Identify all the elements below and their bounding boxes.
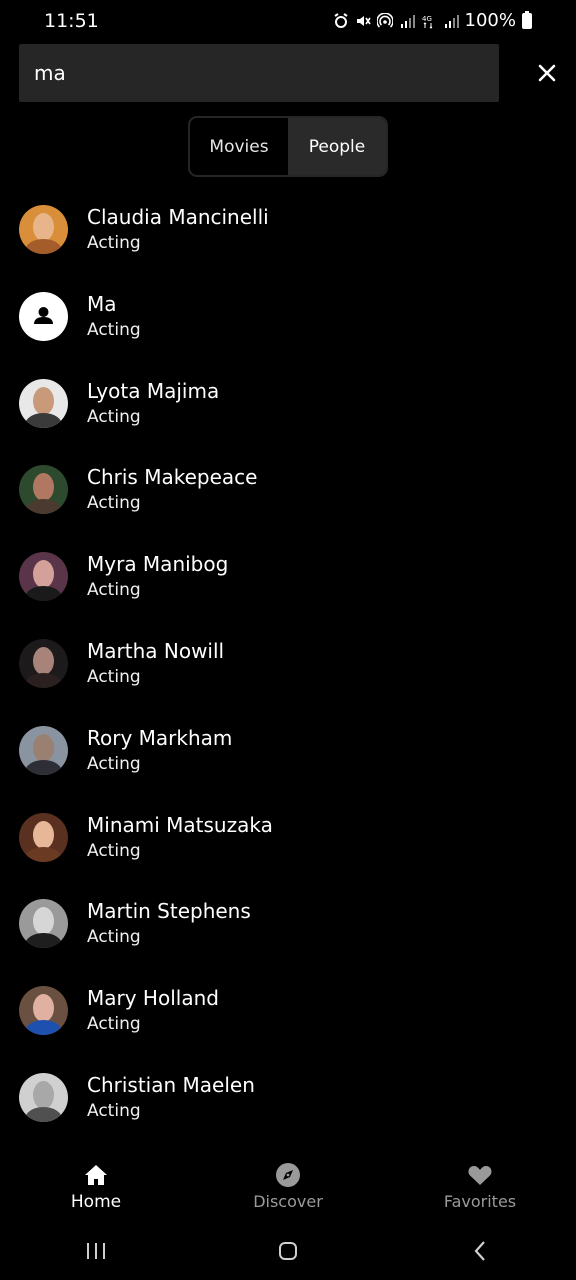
- person-role: Acting: [87, 1100, 141, 1121]
- list-item[interactable]: Lyota Majima Acting: [0, 361, 576, 448]
- person-name: Myra Manibog: [87, 552, 229, 577]
- person-name: Ma: [87, 291, 117, 316]
- person-name: Minami Matsuzaka: [87, 812, 273, 837]
- people-results-list: Claudia Mancinelli Acting Ma Acting Lyot…: [0, 187, 576, 1142]
- battery-percent: 100%: [464, 10, 516, 31]
- person-role: Acting: [87, 580, 141, 601]
- avatar: [19, 812, 68, 862]
- search-type-toggle: Movies People: [188, 116, 388, 177]
- signal-icon: [400, 14, 415, 28]
- person-role: Acting: [87, 753, 141, 774]
- alarm-icon: [333, 12, 348, 28]
- nav-home[interactable]: Home: [0, 1150, 192, 1220]
- status-time: 11:51: [44, 10, 99, 32]
- search-input[interactable]: [34, 44, 474, 102]
- list-item[interactable]: Martin Stephens Acting: [0, 881, 576, 968]
- avatar: [19, 899, 68, 949]
- list-item[interactable]: Myra Manibog Acting: [0, 534, 576, 621]
- person-icon: [34, 306, 53, 324]
- heart-icon: [467, 1162, 493, 1188]
- person-role: Acting: [87, 1014, 141, 1035]
- status-bar: 11:51 4G 100%: [0, 0, 576, 42]
- recents-icon: [87, 1243, 105, 1259]
- list-item[interactable]: Ma Acting: [0, 274, 576, 361]
- person-name: Rory Markham: [87, 725, 233, 750]
- avatar: [19, 465, 68, 515]
- nav-discover[interactable]: Discover: [192, 1150, 384, 1220]
- avatar: [19, 638, 68, 688]
- signal-icon: [444, 14, 459, 28]
- home-circle-icon: [279, 1242, 297, 1260]
- person-name: Martha Nowill: [87, 638, 225, 663]
- list-item[interactable]: Martha Nowill Acting: [0, 621, 576, 708]
- battery-icon: [522, 10, 532, 29]
- list-item[interactable]: Christian Maelen Acting: [0, 1055, 576, 1142]
- back-icon: [474, 1241, 485, 1261]
- list-item[interactable]: Rory Markham Acting: [0, 708, 576, 795]
- avatar: [19, 552, 68, 602]
- compass-icon: [275, 1162, 301, 1188]
- avatar: [19, 291, 68, 341]
- avatar: [19, 725, 68, 775]
- 4g-icon: 4G: [422, 15, 432, 29]
- nav-discover-label: Discover: [253, 1192, 323, 1211]
- list-item[interactable]: Chris Makepeace Acting: [0, 447, 576, 534]
- person-role: Acting: [87, 493, 141, 514]
- system-navigation-bar: [0, 1222, 576, 1280]
- person-name: Christian Maelen: [87, 1072, 255, 1097]
- person-name: Lyota Majima: [87, 378, 220, 403]
- person-role: Acting: [87, 233, 141, 253]
- mute-icon: [356, 15, 371, 26]
- person-name: Mary Holland: [87, 986, 219, 1011]
- nav-favorites-label: Favorites: [443, 1192, 517, 1211]
- hotspot-icon: [376, 12, 393, 28]
- list-item[interactable]: Mary Holland Acting: [0, 968, 576, 1055]
- person-name: Martin Stephens: [87, 899, 251, 924]
- person-role: Acting: [87, 319, 141, 340]
- tab-people[interactable]: People: [288, 118, 386, 175]
- close-icon: [538, 64, 556, 82]
- tab-movies[interactable]: Movies: [190, 118, 288, 175]
- person-name: Claudia Mancinelli: [87, 205, 269, 229]
- avatar: [19, 986, 68, 1036]
- avatar: [19, 1072, 68, 1122]
- avatar: [19, 205, 68, 254]
- bottom-navigation: Home Discover Favorites: [0, 1150, 576, 1220]
- person-role: Acting: [87, 666, 141, 687]
- clear-search-button[interactable]: [528, 54, 566, 92]
- svg-text:4G: 4G: [422, 15, 432, 23]
- list-item[interactable]: Claudia Mancinelli Acting: [0, 187, 576, 274]
- nav-home-label: Home: [70, 1192, 122, 1212]
- person-role: Acting: [87, 840, 141, 861]
- home-icon: [83, 1162, 109, 1188]
- home-system-button[interactable]: [192, 1222, 384, 1280]
- recents-button[interactable]: [0, 1222, 192, 1280]
- search-bar[interactable]: [19, 44, 499, 102]
- person-name: Chris Makepeace: [87, 465, 258, 490]
- person-role: Acting: [87, 406, 141, 427]
- person-role: Acting: [87, 927, 141, 948]
- nav-favorites[interactable]: Favorites: [384, 1150, 576, 1220]
- status-icons: 4G 100%: [333, 10, 532, 31]
- avatar: [19, 378, 68, 428]
- back-button[interactable]: [384, 1222, 576, 1280]
- list-item[interactable]: Minami Matsuzaka Acting: [0, 795, 576, 882]
